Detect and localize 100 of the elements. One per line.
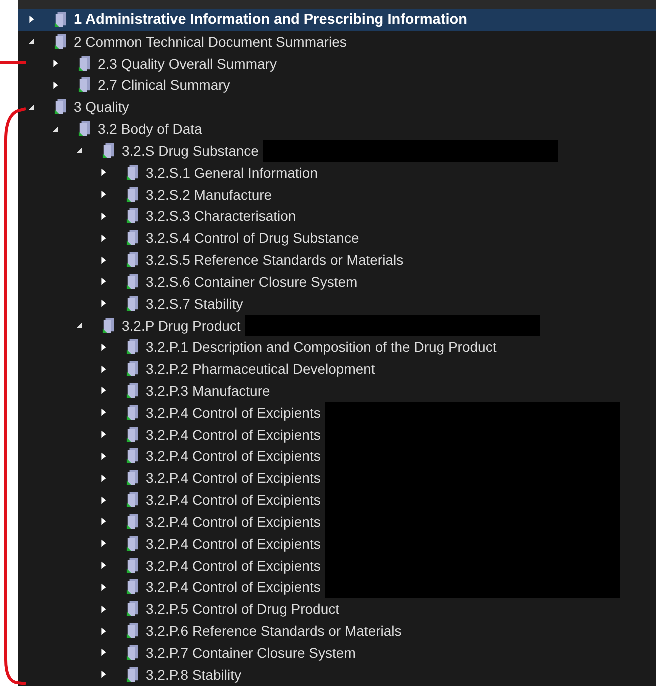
collapsed-arrow-icon[interactable]: [99, 408, 108, 418]
collapsed-arrow-icon[interactable]: [99, 168, 108, 178]
document-icon: [126, 229, 141, 248]
tree-item[interactable]: 3.2.P.4 Control of Excipients: [18, 532, 656, 555]
collapsed-arrow-icon[interactable]: [99, 474, 108, 483]
tree-item[interactable]: 3.2.P.5 Control of Drug Product: [18, 598, 656, 620]
document-icon: [126, 666, 141, 684]
tree-item-label: 3.2 Body of Data: [98, 121, 202, 138]
document-icon: [126, 512, 141, 531]
document-icon: [126, 622, 141, 640]
tree-item-label: 3.2.P.4 Control of Excipients: [146, 558, 321, 574]
expanded-arrow-icon[interactable]: [51, 124, 60, 134]
tree-item[interactable]: 3.2.P Drug Product: [18, 314, 656, 336]
document-icon: [54, 98, 69, 116]
tree-item-label: 3 Quality: [74, 99, 130, 116]
document-icon: [78, 54, 93, 73]
expanded-arrow-icon[interactable]: [27, 102, 36, 112]
tree-item[interactable]: 3 Quality: [18, 96, 656, 118]
collapsed-arrow-icon[interactable]: [27, 15, 36, 24]
tree-item[interactable]: 3.2.S.3 Characterisation: [18, 205, 656, 228]
tree-item[interactable]: 3.2.S.5 Reference Standards or Materials: [18, 249, 656, 271]
tree-item-label: 3.2.P.4 Control of Excipients: [146, 514, 321, 530]
tree-item-label: 3.2.P.4 Control of Excipients: [146, 470, 321, 486]
tree-item[interactable]: 3.2.P.3 Manufacture: [18, 380, 656, 402]
document-icon: [54, 10, 69, 29]
tree-item[interactable]: 3.2 Body of Data: [18, 118, 656, 140]
tree-item-label: 3.2.P.5 Control of Drug Product: [146, 601, 340, 618]
collapsed-arrow-icon[interactable]: [99, 626, 108, 636]
tree-item-label: 3.2.S.1 General Information: [146, 164, 318, 181]
document-icon: [126, 294, 141, 313]
collapsed-arrow-icon[interactable]: [99, 234, 108, 243]
document-icon: [126, 360, 141, 378]
tree-item[interactable]: 3.2.P.1 Description and Composition of the Drug Product: [18, 336, 656, 358]
collapsed-arrow-icon[interactable]: [99, 430, 108, 440]
document-icon: [126, 447, 141, 466]
tree-item-label: 3.2.S Drug Substance: [122, 142, 259, 159]
collapsed-arrow-icon[interactable]: [99, 190, 108, 200]
expanded-arrow-icon[interactable]: [75, 146, 84, 156]
document-icon: [126, 491, 141, 510]
tree-item[interactable]: 3.2.S.2 Manufacture: [18, 184, 656, 206]
collapsed-arrow-icon[interactable]: [99, 561, 108, 570]
collapsed-arrow-icon[interactable]: [99, 299, 108, 308]
tree-item[interactable]: 3.2.S.1 General Information: [18, 162, 656, 184]
tree-item-label: 1 Administrative Information and Prescribing Information: [74, 12, 468, 28]
collapsed-arrow-icon[interactable]: [99, 212, 108, 221]
tree-item[interactable]: 3.2.S.7 Stability: [18, 292, 656, 315]
tree-item[interactable]: 3.2.S.6 Container Closure System: [18, 270, 656, 293]
tree-item[interactable]: 3.2.P.4 Control of Excipients: [18, 554, 656, 577]
tree-item-label: 3.2.P.4 Control of Excipients: [146, 536, 321, 552]
tree-item[interactable]: 3.2.P.4 Control of Excipients: [18, 511, 656, 533]
annotation-line: [0, 62, 26, 64]
collapsed-arrow-icon[interactable]: [99, 496, 108, 505]
tree-item[interactable]: 3.2.P.7 Container Closure System: [18, 642, 656, 664]
collapsed-arrow-icon[interactable]: [51, 59, 60, 68]
tree-item-label: 3.2.S.2 Manufacture: [146, 186, 272, 203]
tree-item[interactable]: 3.2.S.4 Control of Drug Substance: [18, 227, 656, 250]
collapsed-arrow-icon[interactable]: [99, 648, 108, 658]
tree-item[interactable]: 3.2.P.4 Control of Excipients: [18, 576, 656, 598]
collapsed-arrow-icon[interactable]: [99, 256, 108, 265]
collapsed-arrow-icon[interactable]: [99, 517, 108, 526]
document-icon: [54, 32, 69, 51]
tree-item[interactable]: 3.2.P.8 Stability: [18, 664, 656, 686]
document-icon: [78, 76, 93, 94]
collapsed-arrow-icon[interactable]: [51, 80, 60, 90]
collapsed-arrow-icon[interactable]: [99, 539, 108, 548]
tree-item[interactable]: 3.2.P.4 Control of Excipients: [18, 446, 656, 468]
collapsed-arrow-icon[interactable]: [99, 604, 108, 614]
tree-item[interactable]: 2 Common Technical Document Summaries: [18, 30, 656, 53]
collapsed-arrow-icon[interactable]: [99, 582, 108, 592]
document-icon: [126, 338, 141, 356]
expanded-arrow-icon[interactable]: [27, 37, 36, 46]
collapsed-arrow-icon[interactable]: [99, 277, 108, 286]
tree-item-label: 2.7 Clinical Summary: [98, 77, 230, 94]
tree-item[interactable]: 3.2.S Drug Substance: [18, 140, 656, 162]
tree-item[interactable]: 3.2.P.2 Pharmaceutical Development: [18, 358, 656, 380]
tree-item[interactable]: 3.2.P.6 Reference Standards or Materials: [18, 620, 656, 642]
collapsed-arrow-icon[interactable]: [99, 386, 108, 396]
tree-item[interactable]: 1 Administrative Information and Prescribing Information: [18, 9, 656, 31]
tree-item[interactable]: 3.2.P.4 Control of Excipients: [18, 467, 656, 490]
document-icon: [126, 207, 141, 226]
document-icon: [102, 142, 117, 160]
collapsed-arrow-icon[interactable]: [99, 342, 108, 352]
document-icon: [126, 578, 141, 596]
collapsed-arrow-icon[interactable]: [99, 670, 108, 680]
tree-item-label: 3.2.P.8 Stability: [146, 666, 242, 683]
tree-item-label: 3.2.P.7 Container Closure System: [146, 644, 356, 661]
document-icon: [126, 534, 141, 553]
tree-item[interactable]: 2.7 Clinical Summary: [18, 74, 656, 96]
document-icon: [126, 426, 141, 444]
tree-item[interactable]: 3.2.P.4 Control of Excipients: [18, 424, 656, 446]
tree-item[interactable]: 2.3 Quality Overall Summary: [18, 52, 656, 74]
document-icon: [126, 382, 141, 400]
tree-item-label: 3.2.S.6 Container Closure System: [146, 274, 358, 290]
tree-item[interactable]: 3.2.P.4 Control of Excipients: [18, 402, 656, 424]
expanded-arrow-icon[interactable]: [75, 321, 84, 330]
tree-item-label: 2.3 Quality Overall Summary: [98, 56, 277, 72]
collapsed-arrow-icon[interactable]: [99, 364, 108, 374]
collapsed-arrow-icon[interactable]: [99, 452, 108, 461]
tree-item-label: 3.2.S.4 Control of Drug Substance: [146, 230, 360, 246]
tree-item[interactable]: 3.2.P.4 Control of Excipients: [18, 489, 656, 512]
